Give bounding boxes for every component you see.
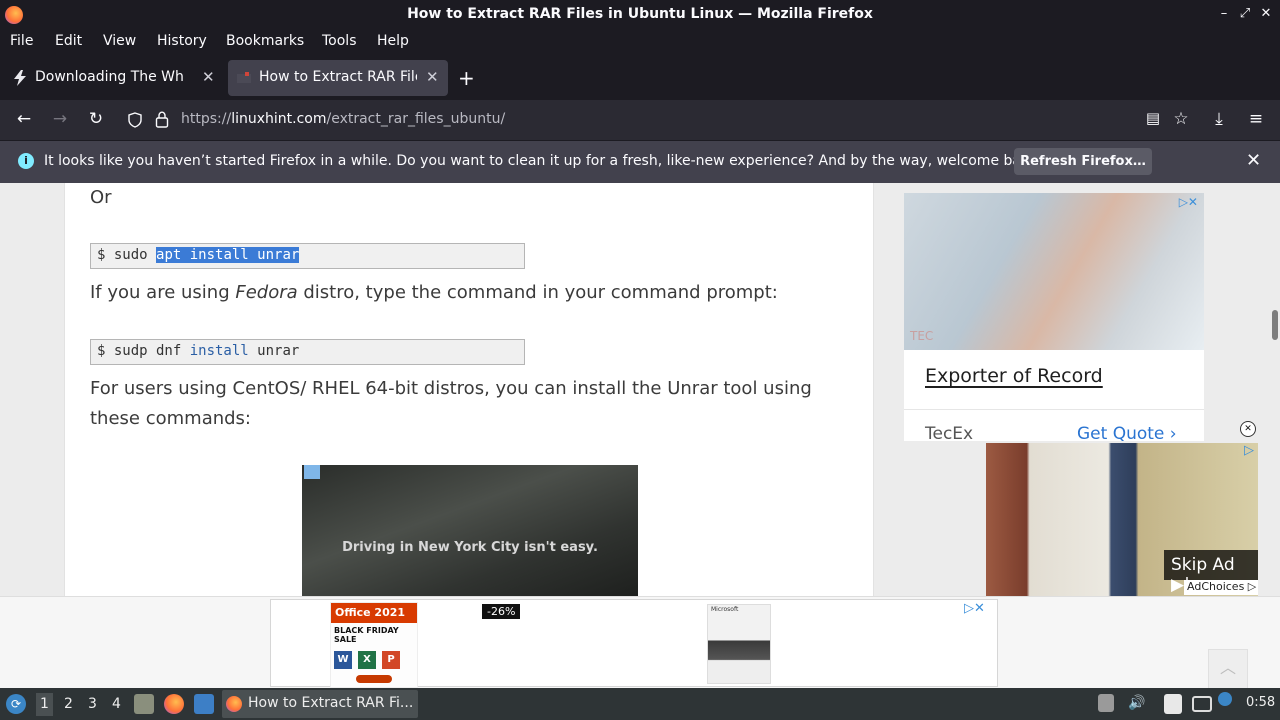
- new-tab-button[interactable]: +: [458, 66, 475, 90]
- tray-clipboard-icon[interactable]: [1164, 694, 1182, 714]
- skip-ad-button[interactable]: Skip Ad ▶|: [1164, 550, 1258, 595]
- notification-close-button[interactable]: ✕: [1246, 150, 1261, 171]
- taskbar-window-firefox[interactable]: How to Extract RAR Fi...: [222, 690, 418, 718]
- adchoices-icon[interactable]: ▷✕: [964, 601, 985, 616]
- firefox-launcher-icon[interactable]: [164, 694, 184, 714]
- menu-tools[interactable]: Tools: [322, 33, 357, 49]
- start-menu-icon[interactable]: ⟳: [6, 694, 26, 714]
- menu-edit[interactable]: Edit: [55, 33, 82, 49]
- refresh-firefox-button[interactable]: Refresh Firefox…: [1014, 148, 1152, 175]
- office-ad-panel[interactable]: Office 2021 BLACK FRIDAY SALE WXP: [330, 602, 418, 688]
- linuxhint-favicon-icon: [237, 72, 251, 83]
- ad-brand: TecEx: [925, 424, 974, 444]
- notification-message: It looks like you haven’t started Firefo…: [44, 153, 1043, 169]
- back-button[interactable]: ←: [13, 109, 35, 129]
- paragraph-centos: For users using CentOS/ RHEL 64-bit dist…: [90, 378, 812, 429]
- workspace-1[interactable]: 1: [36, 693, 53, 716]
- office-title: Office 2021: [331, 603, 417, 623]
- firefox-icon: [226, 696, 242, 712]
- workspace-3[interactable]: 3: [88, 696, 97, 712]
- paragraph-fedora: If you are using Fedora distro, type the…: [90, 282, 778, 303]
- page-viewport[interactable]: Or $ sudo apt install unrar If you are u…: [0, 183, 1270, 596]
- reader-view-icon[interactable]: ▤: [1142, 109, 1164, 127]
- tecex-logo: TEC: [910, 329, 934, 343]
- tray-display-icon[interactable]: [1192, 696, 1212, 712]
- clock: 0:58: [1246, 695, 1276, 710]
- menu-view[interactable]: View: [103, 33, 136, 49]
- office-app-icons: WXP: [331, 647, 417, 671]
- discount-badge: -26%: [482, 604, 521, 619]
- notification-bar: i It looks like you haven’t started Fire…: [0, 140, 1280, 183]
- tab-downloading[interactable]: Downloading The White F ✕: [4, 60, 222, 96]
- tab-label: Downloading The White F: [35, 69, 185, 85]
- url-text[interactable]: https://linuxhint.com/extract_rar_files_…: [181, 111, 505, 127]
- page-scrollbar[interactable]: [1270, 183, 1280, 596]
- workspace-4[interactable]: 4: [112, 696, 121, 712]
- or-text: Or: [90, 187, 112, 208]
- menu-help[interactable]: Help: [377, 33, 409, 49]
- bookmark-star-icon[interactable]: ☆: [1170, 109, 1192, 129]
- sale-text: BLACK FRIDAY SALE: [334, 626, 399, 644]
- ad-headline[interactable]: Exporter of Record: [925, 365, 1103, 387]
- forward-button[interactable]: →: [49, 109, 71, 129]
- lock-icon[interactable]: [155, 111, 169, 128]
- close-window-button[interactable]: ✕: [1257, 6, 1275, 21]
- tab-label: How to Extract RAR Files: [259, 69, 417, 85]
- maximize-button[interactable]: ⤢: [1236, 6, 1254, 21]
- adchoices-icon[interactable]: ▷✕: [1179, 195, 1198, 209]
- tab-bar: Downloading The White F ✕ How to Extract…: [0, 56, 1280, 100]
- float-ad-close-button[interactable]: ✕: [1240, 421, 1256, 437]
- adchoices-icon[interactable]: ▷: [1244, 443, 1254, 458]
- menu-file[interactable]: File: [10, 33, 33, 49]
- word-icon: W: [334, 651, 352, 669]
- shield-icon[interactable]: [127, 112, 143, 128]
- adchoices-label[interactable]: AdChoices ▷: [1184, 580, 1258, 595]
- reload-button[interactable]: ↻: [85, 109, 107, 129]
- lightning-icon: [14, 70, 26, 86]
- volume-icon[interactable]: 🔊: [1128, 695, 1145, 711]
- article-body: Or $ sudo apt install unrar If you are u…: [64, 183, 874, 596]
- ad-image[interactable]: [904, 193, 1204, 350]
- bottom-banner-ad[interactable]: Office 2021 BLACK FRIDAY SALE WXP -26% M…: [270, 599, 998, 688]
- excel-icon: X: [358, 651, 376, 669]
- microsoft-label: Microsoft: [711, 606, 739, 613]
- tray-updates-icon[interactable]: [1098, 694, 1114, 712]
- minimize-button[interactable]: –: [1215, 6, 1233, 21]
- file-manager-icon[interactable]: [134, 694, 154, 714]
- selected-text[interactable]: apt install unrar: [156, 247, 300, 263]
- taskbar: ⟳ 1 2 3 4 How to Extract RAR Fi... 🔊 0:5…: [0, 688, 1280, 720]
- downloads-button[interactable]: ⤓: [1208, 109, 1230, 129]
- terminal-icon[interactable]: [194, 694, 214, 714]
- menu-history[interactable]: History: [157, 33, 207, 49]
- scroll-to-top-button[interactable]: ︿: [1208, 649, 1248, 689]
- info-icon: i: [18, 153, 34, 169]
- window-title: How to Extract RAR Files in Ubuntu Linux…: [407, 6, 873, 22]
- adchoices-icon[interactable]: [304, 465, 320, 479]
- task-label: How to Extract RAR Fi...: [248, 695, 414, 711]
- workspace-2[interactable]: 2: [64, 696, 73, 712]
- tab-close-button[interactable]: ✕: [202, 68, 215, 86]
- shop-now-button[interactable]: [356, 675, 392, 683]
- code-block-apt[interactable]: $ sudo apt install unrar: [90, 243, 525, 269]
- url-bar[interactable]: https://linuxhint.com/extract_rar_files_…: [118, 104, 1128, 136]
- powerpoint-icon: P: [382, 651, 400, 669]
- video-ad-caption: Driving in New York City isn't easy.: [342, 540, 598, 555]
- scrollbar-thumb[interactable]: [1272, 310, 1278, 340]
- code-block-dnf[interactable]: $ sudp dnf install unrar: [90, 339, 525, 365]
- get-quote-link[interactable]: Get Quote ›: [1077, 424, 1177, 444]
- tray-notification-icon[interactable]: [1218, 692, 1232, 706]
- ad-divider: [904, 409, 1204, 410]
- tab-close-button[interactable]: ✕: [426, 68, 439, 86]
- bottom-ad-bar: Office 2021 BLACK FRIDAY SALE WXP -26% M…: [0, 596, 1280, 689]
- app-menu-button[interactable]: ≡: [1245, 109, 1267, 129]
- tab-extract-rar[interactable]: How to Extract RAR Files ✕: [228, 60, 448, 96]
- video-ad[interactable]: Driving in New York City isn't easy.: [302, 465, 638, 596]
- menu-bar: File Edit View History Bookmarks Tools H…: [0, 30, 1280, 56]
- window-titlebar: How to Extract RAR Files in Ubuntu Linux…: [0, 0, 1280, 30]
- office-box-image[interactable]: [707, 604, 771, 684]
- menu-bookmarks[interactable]: Bookmarks: [226, 33, 304, 49]
- sidebar-ad[interactable]: ▷✕ TEC Exporter of Record TecEx Get Quot…: [904, 193, 1204, 444]
